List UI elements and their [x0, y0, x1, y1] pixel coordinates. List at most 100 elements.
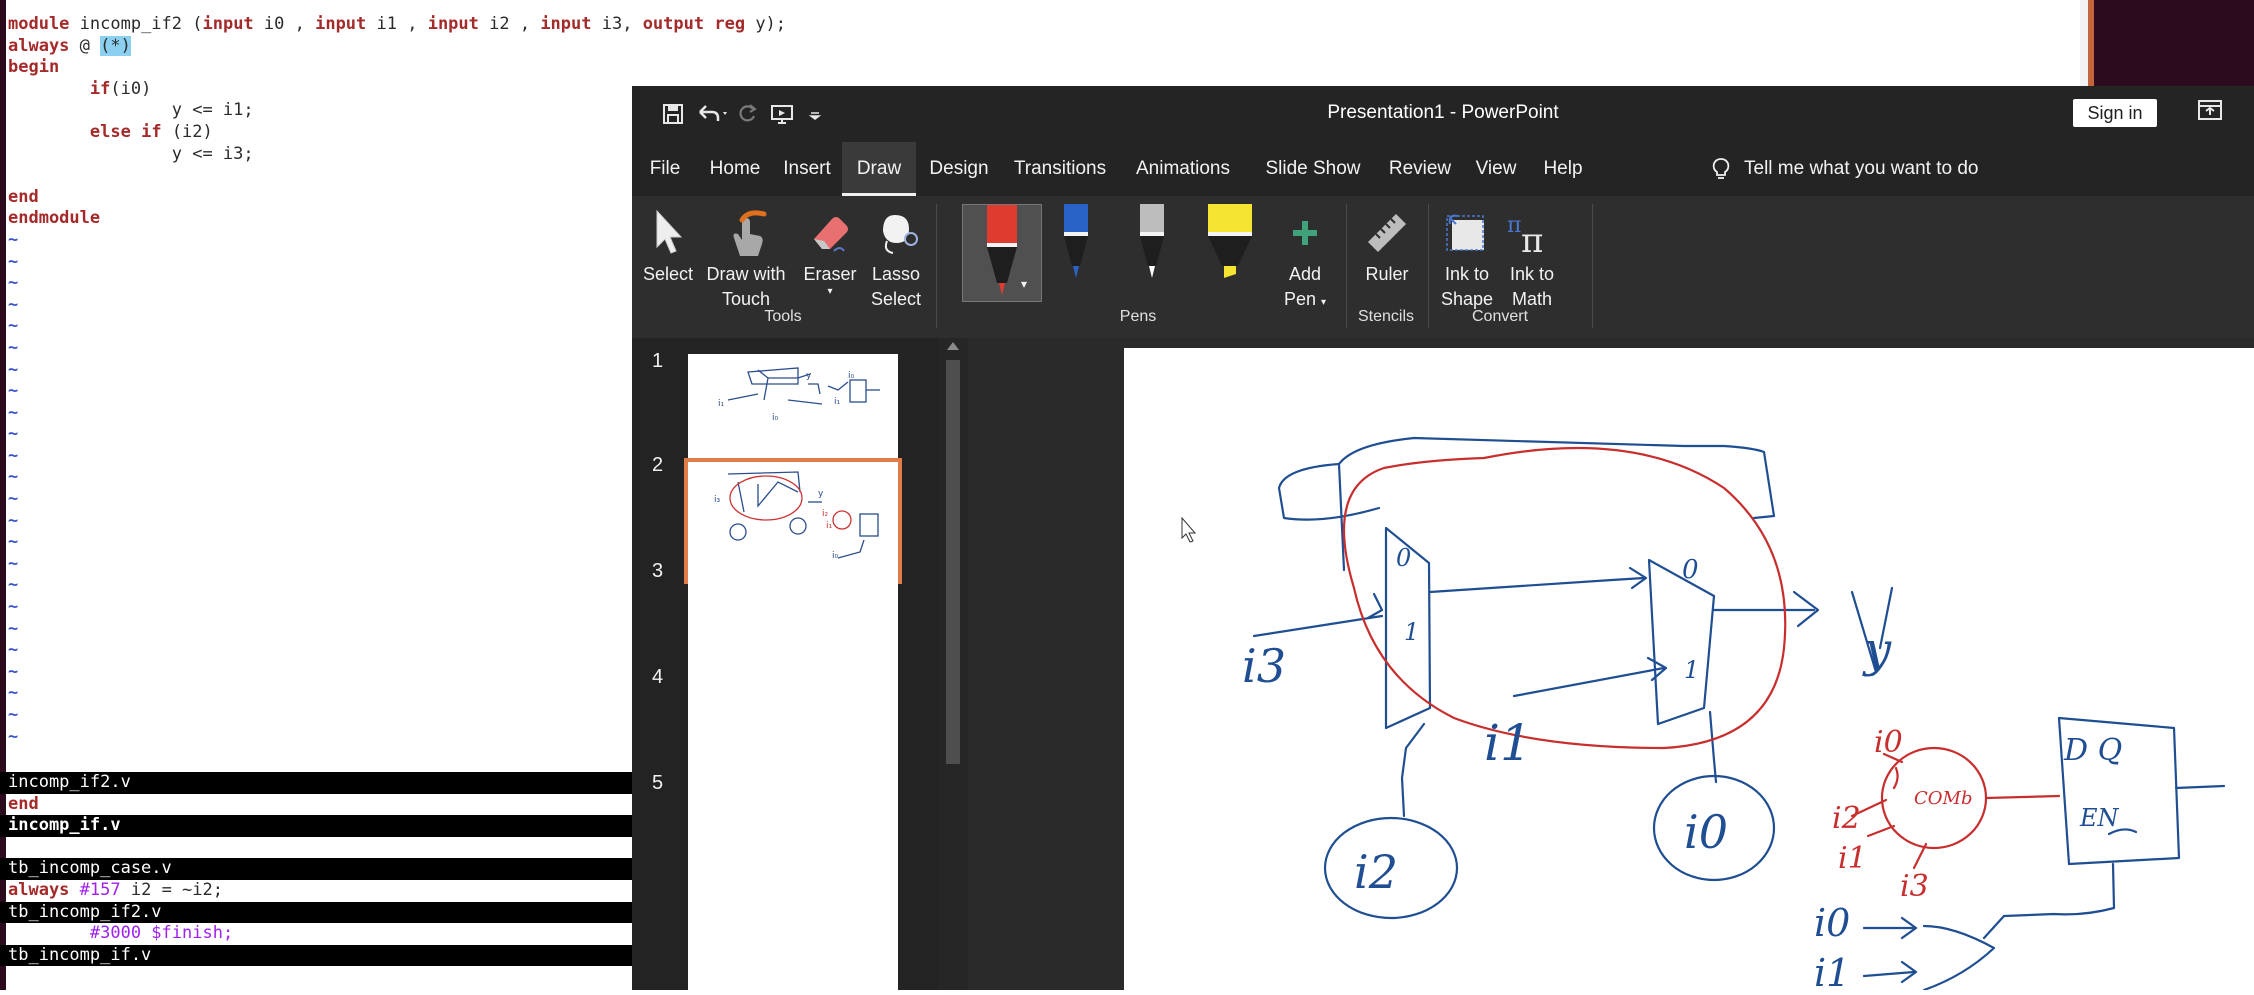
input-i0-label: i0	[1684, 805, 1728, 859]
sign-in-button[interactable]: Sign in	[2073, 99, 2157, 127]
slide-thumbnail-1[interactable]: i₁ i₀ i₁ i₀ y	[688, 354, 898, 472]
draw-with-touch-line1: Draw with	[706, 264, 786, 284]
svg-text:i₁: i₁	[834, 397, 841, 407]
buffer-filename[interactable]: tb_incomp_case.v	[0, 858, 632, 880]
svg-text:π: π	[1521, 221, 1543, 256]
tab-help[interactable]: Help	[1530, 142, 1596, 196]
gray-pencil-button[interactable]	[1132, 204, 1172, 289]
ribbon-display-options-icon[interactable]	[2198, 100, 2224, 122]
scroll-up-icon[interactable]	[947, 342, 959, 350]
tab-draw[interactable]: Draw	[842, 142, 916, 196]
gate-i0-label: i0	[1814, 901, 1850, 945]
ink-to-math-button[interactable]: ππ Ink to Math	[1500, 204, 1564, 312]
add-pen-line1: Add	[1288, 264, 1322, 284]
save-icon[interactable]	[662, 100, 684, 128]
redo-icon[interactable]	[736, 100, 758, 128]
buffer-list[interactable]: incomp_if2.v end incomp_if.v tb_incomp_case…	[0, 772, 632, 967]
powerpoint-window[interactable]: Presentation1 - PowerPoint Sign in File …	[632, 86, 2254, 995]
lightbulb-icon	[1712, 157, 1730, 181]
ribbon-tabs: File Home Insert Draw Design Transitions…	[632, 142, 2254, 196]
ruler-button[interactable]: Ruler	[1358, 204, 1416, 287]
svg-text:i₁: i₁	[826, 521, 833, 531]
red-i1-label: i1	[1838, 841, 1867, 876]
gray-pencil-icon	[1140, 204, 1164, 278]
group-label-pens: Pens	[1119, 308, 1157, 325]
lasso-select-button[interactable]: Lasso Select	[866, 204, 926, 312]
red-pen-selected[interactable]: ▾	[962, 204, 1042, 302]
yellow-highlighter-button[interactable]	[1204, 204, 1256, 289]
tab-review[interactable]: Review	[1378, 142, 1462, 196]
group-label-tools: Tools	[764, 308, 802, 325]
group-divider	[936, 204, 937, 328]
plus-icon	[1272, 204, 1338, 262]
tell-me-search[interactable]: Tell me what you want to do	[1712, 142, 1978, 196]
slide-number-4: 4	[652, 666, 664, 688]
svg-text:π: π	[1507, 213, 1521, 238]
slide-thumbnail-4[interactable]	[688, 674, 898, 792]
mux1-zero-label: 0	[1396, 544, 1411, 572]
blue-pen-button[interactable]	[1056, 204, 1096, 289]
buffer-preview-line: always #157 i2 = ~i2;	[8, 879, 223, 900]
tab-view[interactable]: View	[1462, 142, 1530, 196]
eraser-dropdown-icon[interactable]: ▾	[800, 287, 860, 297]
pen-dropdown-icon[interactable]: ▾	[1021, 277, 1027, 291]
buffer-preview-line	[0, 837, 632, 859]
svg-text:i₁: i₁	[718, 399, 725, 409]
svg-text:i₀: i₀	[848, 371, 855, 381]
customize-toolbar-icon[interactable]	[808, 100, 822, 128]
buffer-filename[interactable]: tb_incomp_if.v	[0, 944, 632, 967]
eraser-label: Eraser	[803, 264, 857, 284]
ink-to-math-line1: Ink to	[1509, 264, 1555, 284]
slide-thumbnail-2[interactable]: i₂ i₁ y i₃ i₀	[684, 458, 902, 584]
code-line: module incomp_if2 (input i0 , input i1 ,…	[8, 14, 787, 34]
slide-canvas[interactable]: y i3 i1 i2 i0 0 1 0 1 D Q EN i0 i1 i0 i2…	[1124, 348, 2254, 995]
touch-hand-icon	[700, 204, 792, 262]
title-bar: Presentation1 - PowerPoint Sign in	[632, 86, 2254, 142]
ink-to-shape-button[interactable]: Ink to Shape	[1436, 204, 1498, 312]
yellow-highlighter-icon	[1208, 204, 1252, 278]
slide-thumbnail-5[interactable]	[688, 780, 898, 990]
group-label-convert: Convert	[1471, 308, 1529, 325]
select-button[interactable]: Select	[642, 204, 694, 287]
add-pen-button[interactable]: Add Pen ▾	[1272, 204, 1338, 315]
scrollbar-thumb[interactable]	[946, 360, 960, 764]
red-pen-icon	[987, 205, 1017, 295]
mux2-zero-label: 0	[1682, 555, 1699, 585]
ink-to-shape-icon	[1436, 204, 1498, 262]
group-divider	[1592, 204, 1593, 328]
desktop-gap	[2080, 0, 2088, 86]
eraser-button[interactable]: Eraser ▾	[800, 204, 860, 297]
tab-animations[interactable]: Animations	[1118, 142, 1248, 196]
tab-design[interactable]: Design	[916, 142, 1002, 196]
draw-with-touch-button[interactable]: Draw with Touch	[700, 204, 792, 312]
pi-icon: ππ	[1500, 204, 1564, 262]
ink-to-shape-line1: Ink to	[1444, 264, 1490, 284]
svg-text:i₃: i₃	[714, 495, 721, 505]
buffer-filename[interactable]: incomp_if2.v	[0, 772, 632, 794]
thumbnail-sketch-2: i₂ i₁ y i₃ i₀	[714, 471, 879, 561]
slide-number-1: 1	[652, 350, 664, 372]
red-i3-label: i3	[1900, 869, 1929, 904]
tab-slide-show[interactable]: Slide Show	[1248, 142, 1378, 196]
undo-icon[interactable]	[696, 100, 730, 128]
slide-ink-drawing[interactable]: y i3 i1 i2 i0 0 1 0 1 D Q EN i0 i1 i0 i2…	[1124, 348, 2254, 995]
start-from-beginning-icon[interactable]	[770, 100, 794, 128]
thumbnail-scrollbar[interactable]	[938, 338, 968, 990]
slide-thumbnails-panel[interactable]: 1 i₁ i₀ i₁ i₀ y 2 i₂ i₁ y i₃ i₀ 3 4 5	[632, 338, 938, 990]
svg-text:i₀: i₀	[772, 413, 779, 423]
buffer-filename[interactable]: tb_incomp_if2.v	[0, 901, 632, 924]
en-label: EN	[2079, 804, 2120, 832]
svg-text:i₂: i₂	[822, 509, 829, 519]
slide-thumbnail-3[interactable]	[688, 568, 898, 686]
draw-ribbon: Select Draw with Touch Eraser ▾ Lasso Se…	[632, 196, 2254, 338]
tab-transitions[interactable]: Transitions	[1002, 142, 1118, 196]
lasso-icon	[866, 204, 926, 262]
lasso-line1: Lasso	[871, 264, 921, 284]
tell-me-text: Tell me what you want to do	[1744, 158, 1979, 179]
buffer-filename[interactable]: incomp_if.v	[0, 815, 632, 837]
tab-file[interactable]: File	[632, 142, 698, 196]
blue-pen-icon	[1064, 204, 1088, 278]
tab-insert[interactable]: Insert	[772, 142, 842, 196]
tab-home[interactable]: Home	[698, 142, 772, 196]
svg-text:y: y	[818, 489, 824, 499]
